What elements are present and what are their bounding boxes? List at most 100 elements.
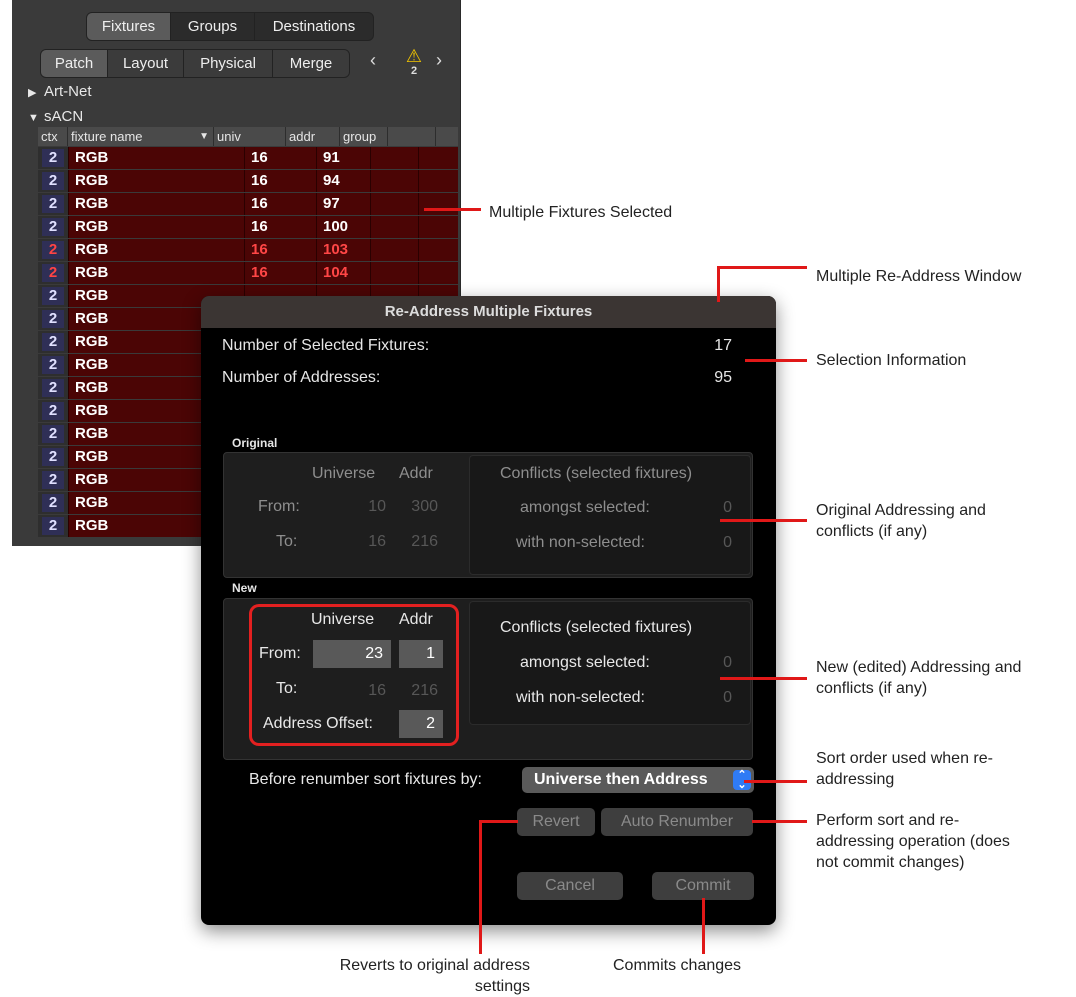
tree-sacn[interactable]: ▼ sACN	[28, 108, 83, 125]
new-amongst-count: 0	[723, 654, 732, 671]
annotation-original-line-1: Original Addressing and	[816, 502, 986, 519]
addr-cell: 100	[316, 216, 370, 238]
original-from-addr: 300	[411, 498, 438, 515]
group-cell	[370, 262, 418, 284]
col-group[interactable]: group	[340, 127, 388, 146]
group-cell	[370, 147, 418, 169]
original-conflicts-box: Conflicts (selected fixtures) amongst se…	[469, 455, 751, 575]
commit-button[interactable]: Commit	[652, 872, 754, 900]
original-universe-header: Universe	[312, 465, 376, 482]
new-addressing-highlight	[249, 604, 459, 746]
tab-merge[interactable]: Merge	[273, 50, 349, 77]
annotation-window: Multiple Re-Address Window	[816, 268, 1022, 285]
tab-layout[interactable]: Layout	[108, 50, 184, 77]
tab-destinations[interactable]: Destinations	[255, 13, 373, 40]
warning-count: 2	[410, 65, 418, 77]
new-conflicts-title: Conflicts (selected fixtures)	[500, 619, 693, 636]
selected-count: 17	[714, 337, 732, 354]
addr-cell: 103	[316, 239, 370, 261]
re-address-dialog: Re-Address Multiple Fixtures Number of S…	[201, 296, 776, 925]
fixture-name-cell: RGB	[68, 147, 244, 169]
callout-line-revert-h	[480, 820, 518, 823]
ctx-badge: 2	[42, 356, 64, 374]
callout-line-selected	[424, 208, 481, 211]
tab-patch[interactable]: Patch	[41, 50, 108, 77]
annotation-revert-line-2: settings	[474, 978, 530, 995]
tab-groups[interactable]: Groups	[171, 13, 255, 40]
ctx-cell: 2	[38, 308, 68, 330]
spacer-cell	[418, 262, 458, 284]
spacer-cell	[418, 239, 458, 261]
addr-cell: 97	[316, 193, 370, 215]
callout-line-selection	[745, 359, 807, 362]
disclosure-down-icon: ▼	[28, 112, 39, 124]
sub-tab-bar: Patch Layout Physical Merge	[40, 49, 350, 78]
callout-line-revert-v	[479, 820, 482, 954]
ctx-badge: 2	[42, 402, 64, 420]
selected-count-label: Number of Selected Fixtures:	[222, 337, 430, 354]
chevron-right-icon[interactable]: ›	[436, 50, 442, 71]
ctx-cell: 2	[38, 147, 68, 169]
ctx-cell: 2	[38, 377, 68, 399]
annotation-new-line-1: New (edited) Addressing and	[816, 659, 1022, 676]
sort-desc-icon: ▼	[199, 131, 209, 142]
sort-order-select[interactable]: Universe then Address ⌃ ⌄	[522, 767, 754, 793]
annotation-multiple-selected: Multiple Fixtures Selected	[489, 204, 673, 221]
spacer-cell	[418, 170, 458, 192]
col-univ[interactable]: univ	[214, 127, 286, 146]
ctx-badge: 2	[42, 494, 64, 512]
dialog-title: Re-Address Multiple Fixtures	[201, 296, 776, 328]
table-row[interactable]: 2 RGB 16 97	[38, 193, 458, 215]
ctx-cell: 2	[38, 492, 68, 514]
ctx-badge: 2	[42, 241, 64, 259]
univ-cell: 16	[244, 147, 316, 169]
annotation-original-line-2: conflicts (if any)	[816, 523, 928, 540]
table-row[interactable]: 2 RGB 16 100	[38, 216, 458, 238]
col-spacer	[388, 127, 436, 146]
original-from-label: From:	[258, 498, 300, 515]
callout-line-commit	[702, 898, 705, 954]
chevron-left-icon[interactable]: ‹	[370, 50, 376, 71]
univ-cell: 16	[244, 239, 316, 261]
ctx-cell: 2	[38, 423, 68, 445]
spacer-cell	[418, 216, 458, 238]
table-header: ctx fixture name ▼ univ addr group	[38, 127, 458, 146]
disclosure-right-icon: ▶	[28, 87, 37, 99]
table-row[interactable]: 2 RGB 16 104	[38, 262, 458, 284]
col-addr[interactable]: addr	[286, 127, 340, 146]
cancel-button[interactable]: Cancel	[517, 872, 623, 900]
tab-fixtures[interactable]: Fixtures	[87, 13, 171, 40]
table-row[interactable]: 2 RGB 16 94	[38, 170, 458, 192]
ctx-cell: 2	[38, 331, 68, 353]
table-row[interactable]: 2 RGB 16 103	[38, 239, 458, 261]
col-fixture-name[interactable]: fixture name ▼	[68, 127, 214, 146]
revert-button[interactable]: Revert	[517, 808, 595, 836]
annotation-perform-line-3: not commit changes)	[816, 854, 965, 871]
fixture-name-cell: RGB	[68, 193, 244, 215]
new-group-label: New	[232, 581, 257, 595]
fixture-name-cell: RGB	[68, 239, 244, 261]
ctx-cell: 2	[38, 469, 68, 491]
ctx-badge: 2	[42, 310, 64, 328]
original-to-label: To:	[276, 533, 298, 550]
table-row[interactable]: 2 RGB 16 91	[38, 147, 458, 169]
auto-renumber-button[interactable]: Auto Renumber	[601, 808, 753, 836]
original-to-addr: 216	[411, 533, 438, 550]
fixture-name-cell: RGB	[68, 170, 244, 192]
ctx-cell: 2	[38, 216, 68, 238]
tree-art-net[interactable]: ▶ Art-Net	[28, 83, 92, 100]
group-cell	[370, 193, 418, 215]
col-ctx[interactable]: ctx	[38, 127, 68, 146]
annotation-original: Original Addressing and conflicts (if an…	[816, 500, 986, 542]
group-cell	[370, 239, 418, 261]
annotation-sort-line-1: Sort order used when re-	[816, 750, 993, 767]
new-conflicts-box: Conflicts (selected fixtures) amongst se…	[469, 601, 751, 725]
sort-label: Before renumber sort fixtures by:	[249, 771, 482, 788]
group-cell	[370, 170, 418, 192]
tab-physical[interactable]: Physical	[184, 50, 273, 77]
annotation-revert: Reverts to original address settings	[300, 955, 530, 997]
ctx-cell: 2	[38, 262, 68, 284]
annotation-revert-line-1: Reverts to original address	[339, 957, 530, 974]
top-tab-bar: Fixtures Groups Destinations	[86, 12, 374, 41]
warning-indicator[interactable]: ⚠ 2	[402, 47, 426, 77]
